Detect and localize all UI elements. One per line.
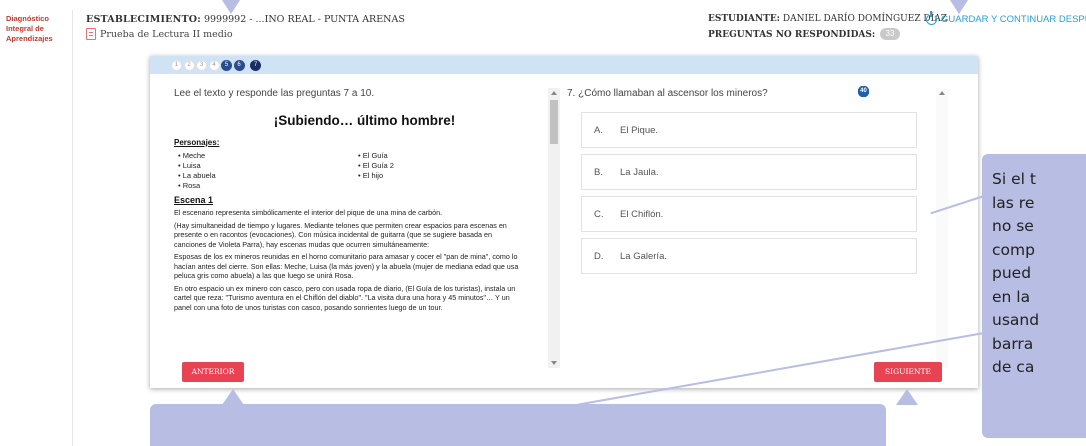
establishment-value: 9999992 - ...INO REAL - PUNTA ARENAS bbox=[203, 14, 405, 25]
logo-line: Diagnóstico bbox=[6, 14, 49, 23]
help-callout: Si el t las re no se comp pued en la usa… bbox=[982, 154, 1086, 438]
character-item: • La abuela bbox=[178, 171, 216, 180]
test-name-label: Prueba de Lectura II medio bbox=[100, 28, 233, 40]
callout-pointer-top bbox=[222, 0, 240, 14]
question-number-7[interactable]: 7 bbox=[250, 59, 261, 71]
option-text: El Pique. bbox=[620, 124, 659, 136]
question-number-6[interactable]: 6 bbox=[233, 59, 245, 71]
option-letter: D. bbox=[594, 250, 604, 262]
callout-line: pued bbox=[992, 264, 1032, 282]
callout-line: Si el t bbox=[992, 170, 1036, 188]
option-letter: B. bbox=[594, 166, 603, 178]
callout-line: barra bbox=[992, 334, 1034, 353]
reading-pane: Lee el texto y responde las preguntas 7 … bbox=[172, 82, 557, 372]
document-icon bbox=[86, 28, 96, 40]
student-label: ESTUDIANTE: bbox=[708, 14, 781, 24]
answer-option-d[interactable]: D. La Galería. bbox=[581, 238, 917, 274]
reading-scroll-thumb[interactable] bbox=[550, 100, 558, 144]
test-name: Prueba de Lectura II medio bbox=[86, 28, 233, 40]
option-letter: C. bbox=[594, 208, 604, 220]
question-number-2[interactable]: 2 bbox=[183, 59, 195, 71]
question-number-4[interactable]: 4 bbox=[208, 59, 220, 71]
answer-option-a[interactable]: A. El Pique. bbox=[581, 112, 917, 148]
callout-pointer-top-right bbox=[950, 0, 968, 14]
answer-option-b[interactable]: B. La Jaula. bbox=[581, 154, 917, 190]
option-text: El Chiflón. bbox=[620, 208, 664, 220]
reading-paragraph: (Hay simultaneidad de tiempo y lugares. … bbox=[174, 220, 507, 249]
answer-option-c[interactable]: C. El Chiflón. bbox=[581, 196, 917, 232]
left-divider bbox=[72, 10, 73, 446]
callout-line: las re bbox=[992, 193, 1035, 212]
logo-line: Aprendizajes bbox=[6, 34, 53, 43]
characters-heading: Personajes: bbox=[174, 138, 220, 147]
question-text: 7. ¿Cómo llamaban al ascensor los minero… bbox=[567, 88, 768, 99]
character-item: • El hijo bbox=[358, 171, 384, 180]
reading-paragraph: Esposas de los ex mineros reunidas en el… bbox=[174, 252, 519, 280]
callout-line: de ca bbox=[992, 358, 1035, 376]
character-item: • Rosa bbox=[178, 181, 201, 190]
next-button[interactable]: SIGUIENTE bbox=[874, 362, 942, 382]
power-icon bbox=[926, 11, 937, 25]
callout-line: no se bbox=[992, 217, 1034, 235]
character-item: • El Guía bbox=[358, 151, 388, 160]
help-banner bbox=[150, 404, 886, 446]
character-item: • Meche bbox=[178, 151, 206, 160]
question-number-1[interactable]: 1 bbox=[171, 59, 182, 71]
character-item: • Luisa bbox=[178, 161, 201, 170]
pending-count-badge: 33 bbox=[880, 28, 900, 40]
option-text: La Galería. bbox=[620, 250, 667, 262]
reading-paragraph: El escenario representa simbólicamente e… bbox=[174, 208, 443, 217]
save-label: GUARDAR Y CONTINUAR DESPUÉS bbox=[941, 14, 1086, 25]
pending-label: PREGUNTAS NO RESPONDIDAS: bbox=[708, 30, 876, 40]
establishment-label: ESTABLECIMIENTO: bbox=[86, 14, 201, 25]
option-letter: A. bbox=[594, 124, 603, 136]
character-item: • El Guía 2 bbox=[358, 161, 394, 170]
reading-paragraph: En otro espacio un ex minero con casco, … bbox=[174, 283, 516, 312]
reading-instruction: Lee el texto y responde las preguntas 7 … bbox=[174, 88, 375, 99]
scene-heading: Escena 1 bbox=[174, 195, 214, 205]
callout-pointer-next bbox=[896, 389, 918, 405]
callout-line: usand bbox=[992, 311, 1040, 329]
question-number-3[interactable]: 3 bbox=[196, 59, 207, 71]
establishment-info: ESTABLECIMIENTO: 9999992 - ...INO REAL -… bbox=[86, 14, 405, 25]
callout-line: comp bbox=[992, 240, 1035, 259]
question-navigator: 1234567891011121314151617181920212223242… bbox=[150, 56, 978, 97]
reading-scrollbar[interactable] bbox=[548, 88, 560, 368]
student-info: ESTUDIANTE: DANIEL DARÍO DOMÍNGUEZ DÍAZ bbox=[708, 14, 947, 24]
question-card: 1234567891011121314151617181920212223242… bbox=[150, 56, 978, 388]
save-and-continue-link[interactable]: GUARDAR Y CONTINUAR DESPUÉS bbox=[926, 11, 1086, 25]
previous-button[interactable]: ANTERIOR bbox=[182, 362, 244, 382]
callout-pointer-prev bbox=[222, 389, 244, 405]
question-number-5[interactable]: 5 bbox=[221, 59, 232, 71]
callout-line: en la bbox=[992, 287, 1031, 306]
question-scrollbar[interactable] bbox=[936, 88, 948, 368]
characters-list: • Meche • Luisa • La abuela • Rosa • El … bbox=[174, 151, 557, 191]
reading-title: ¡Subiendo… último hombre! bbox=[273, 113, 456, 128]
scroll-up-icon[interactable] bbox=[939, 91, 945, 95]
scroll-down-icon[interactable] bbox=[551, 361, 557, 365]
scroll-up-icon[interactable] bbox=[551, 91, 557, 95]
app-logo: Diagnóstico Integral de Aprendizajes bbox=[6, 14, 68, 44]
question-pane: 7. ¿Cómo llamaban al ascensor los minero… bbox=[565, 82, 950, 372]
student-name: DANIEL DARÍO DOMÍNGUEZ DÍAZ bbox=[782, 14, 947, 24]
logo-line: Integral de bbox=[6, 24, 44, 33]
option-text: La Jaula. bbox=[620, 166, 659, 178]
